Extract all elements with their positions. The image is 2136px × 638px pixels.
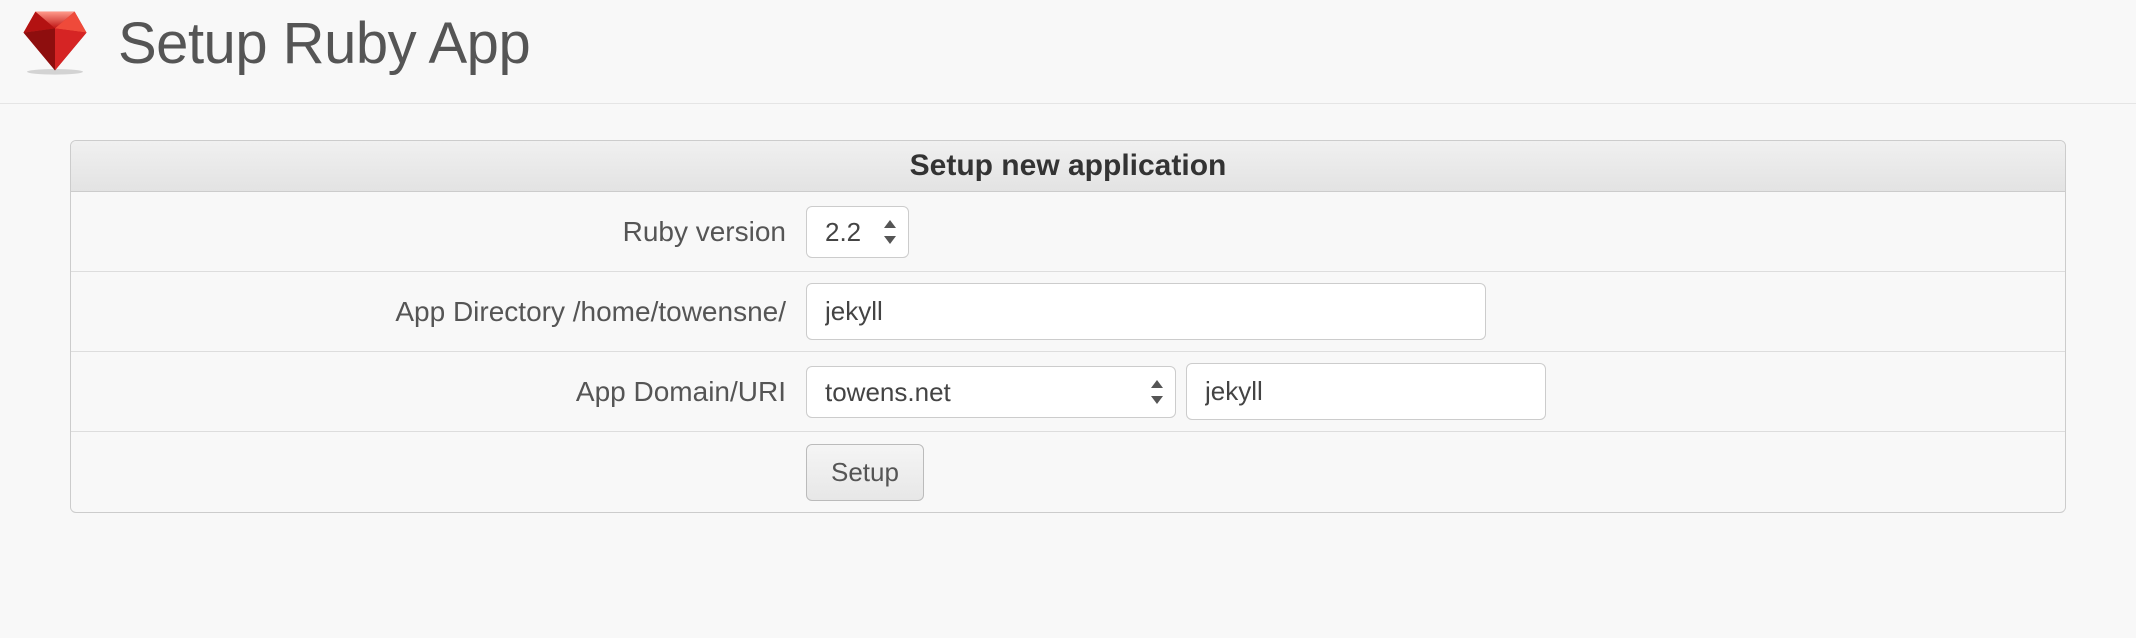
page-header: Setup Ruby App	[0, 0, 2136, 104]
label-app-directory: App Directory /home/towensne/	[71, 296, 806, 328]
label-ruby-version: Ruby version	[71, 216, 806, 248]
row-app-domain-uri: App Domain/URI towens.net	[71, 352, 2065, 432]
app-domain-select[interactable]: towens.net	[806, 366, 1176, 418]
app-directory-input[interactable]	[806, 283, 1486, 340]
row-submit: Setup	[71, 432, 2065, 512]
ruby-version-select[interactable]: 2.2	[806, 206, 909, 258]
setup-form: Setup new application Ruby version 2.2 A…	[70, 140, 2066, 513]
row-ruby-version: Ruby version 2.2	[71, 192, 2065, 272]
ruby-icon	[20, 6, 90, 81]
setup-button[interactable]: Setup	[806, 444, 924, 501]
form-title: Setup new application	[71, 141, 2065, 192]
form-wrapper: Setup new application Ruby version 2.2 A…	[0, 104, 2136, 513]
label-app-domain-uri: App Domain/URI	[71, 376, 806, 408]
app-uri-input[interactable]	[1186, 363, 1546, 420]
page-title: Setup Ruby App	[118, 10, 530, 77]
row-app-directory: App Directory /home/towensne/	[71, 272, 2065, 352]
